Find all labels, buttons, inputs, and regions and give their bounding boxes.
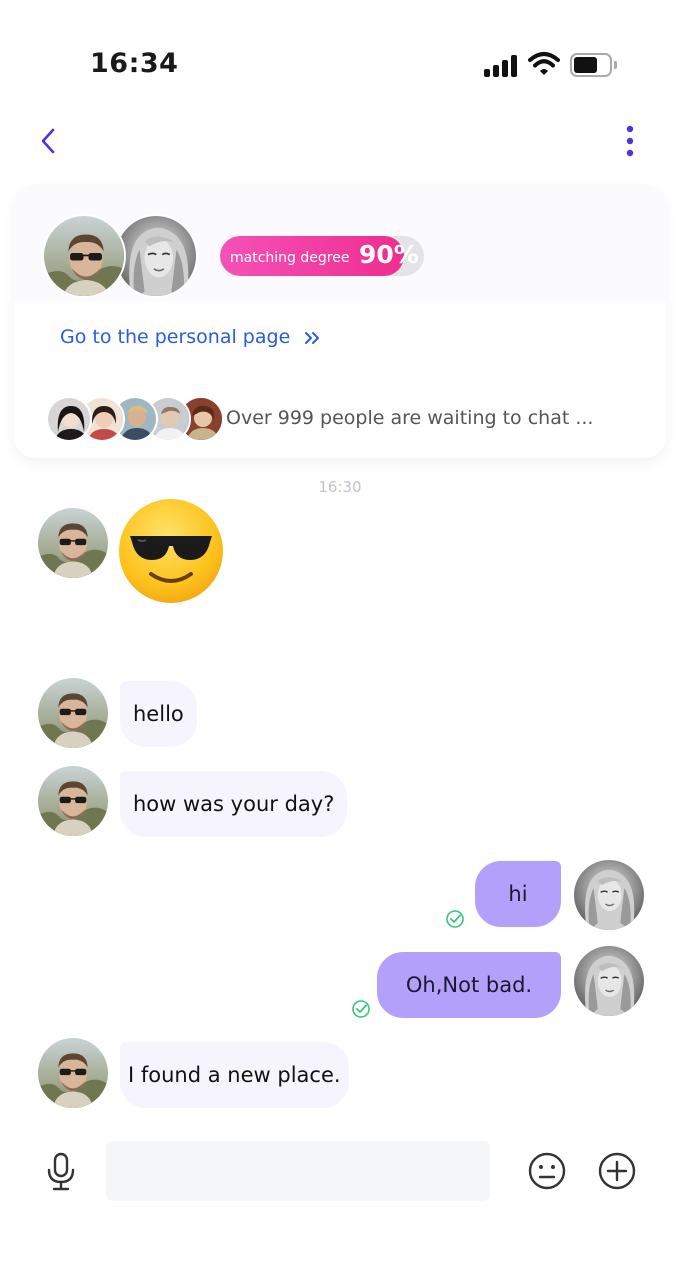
incoming-message-bubble[interactable]: I found a new place. (120, 1042, 349, 1108)
chat-timestamp: 16:30 (318, 478, 362, 496)
match-avatars (42, 214, 202, 300)
sender-avatar[interactable] (38, 766, 108, 836)
more-options-button[interactable] (610, 120, 650, 162)
match-card-body: Go to the personal page Over 999 people … (32, 310, 648, 450)
match-header: matching degree 90% (14, 184, 666, 302)
add-attachment-button[interactable] (597, 1151, 637, 1191)
matching-degree-bar: matching degree 90% (220, 236, 424, 276)
outgoing-message-bubble[interactable]: hi (475, 861, 561, 927)
status-time: 16:34 (90, 48, 179, 79)
incoming-message-bubble[interactable]: how was your day? (120, 771, 348, 837)
read-check-icon (446, 910, 464, 928)
incoming-message-bubble[interactable]: hello (120, 681, 197, 747)
emoji-button[interactable] (527, 1151, 567, 1191)
my-avatar[interactable] (574, 946, 644, 1016)
microphone-button[interactable] (44, 1152, 78, 1192)
match-user-avatar[interactable] (42, 214, 126, 298)
status-bar: 16:34 (0, 0, 680, 130)
waiting-user-avatar (46, 396, 92, 442)
personal-page-link[interactable]: Go to the personal page (60, 326, 322, 348)
battery-icon (570, 53, 617, 77)
sender-avatar[interactable] (38, 678, 108, 748)
double-chevron-right-icon (305, 331, 320, 344)
waiting-users-row[interactable]: Over 999 people are waiting to chat ... (46, 396, 636, 442)
chevron-left-icon (41, 128, 55, 154)
plus-circle-icon (598, 1152, 636, 1190)
outgoing-message-bubble[interactable]: Oh,Not bad. (377, 952, 561, 1018)
partner-avatar[interactable] (114, 214, 198, 298)
microphone-icon (47, 1152, 75, 1191)
matching-degree-label: matching degree (230, 250, 350, 266)
message-input[interactable] (106, 1141, 490, 1201)
personal-page-link-label: Go to the personal page (60, 326, 291, 348)
smiling-face-with-sunglasses-icon (119, 499, 223, 603)
cellular-signal-icon (484, 53, 520, 77)
my-avatar[interactable] (574, 860, 644, 930)
match-card: matching degree 90% Go to the personal p… (14, 184, 666, 458)
neutral-face-icon (528, 1152, 566, 1190)
more-vertical-icon (626, 125, 634, 157)
matching-degree-value: 90% (359, 240, 419, 269)
sender-avatar[interactable] (38, 1038, 108, 1108)
sender-avatar[interactable] (38, 508, 108, 578)
waiting-users-text: Over 999 people are waiting to chat ... (226, 407, 594, 429)
read-check-icon (352, 1000, 370, 1018)
wifi-icon (528, 52, 560, 75)
back-button[interactable] (30, 120, 70, 162)
